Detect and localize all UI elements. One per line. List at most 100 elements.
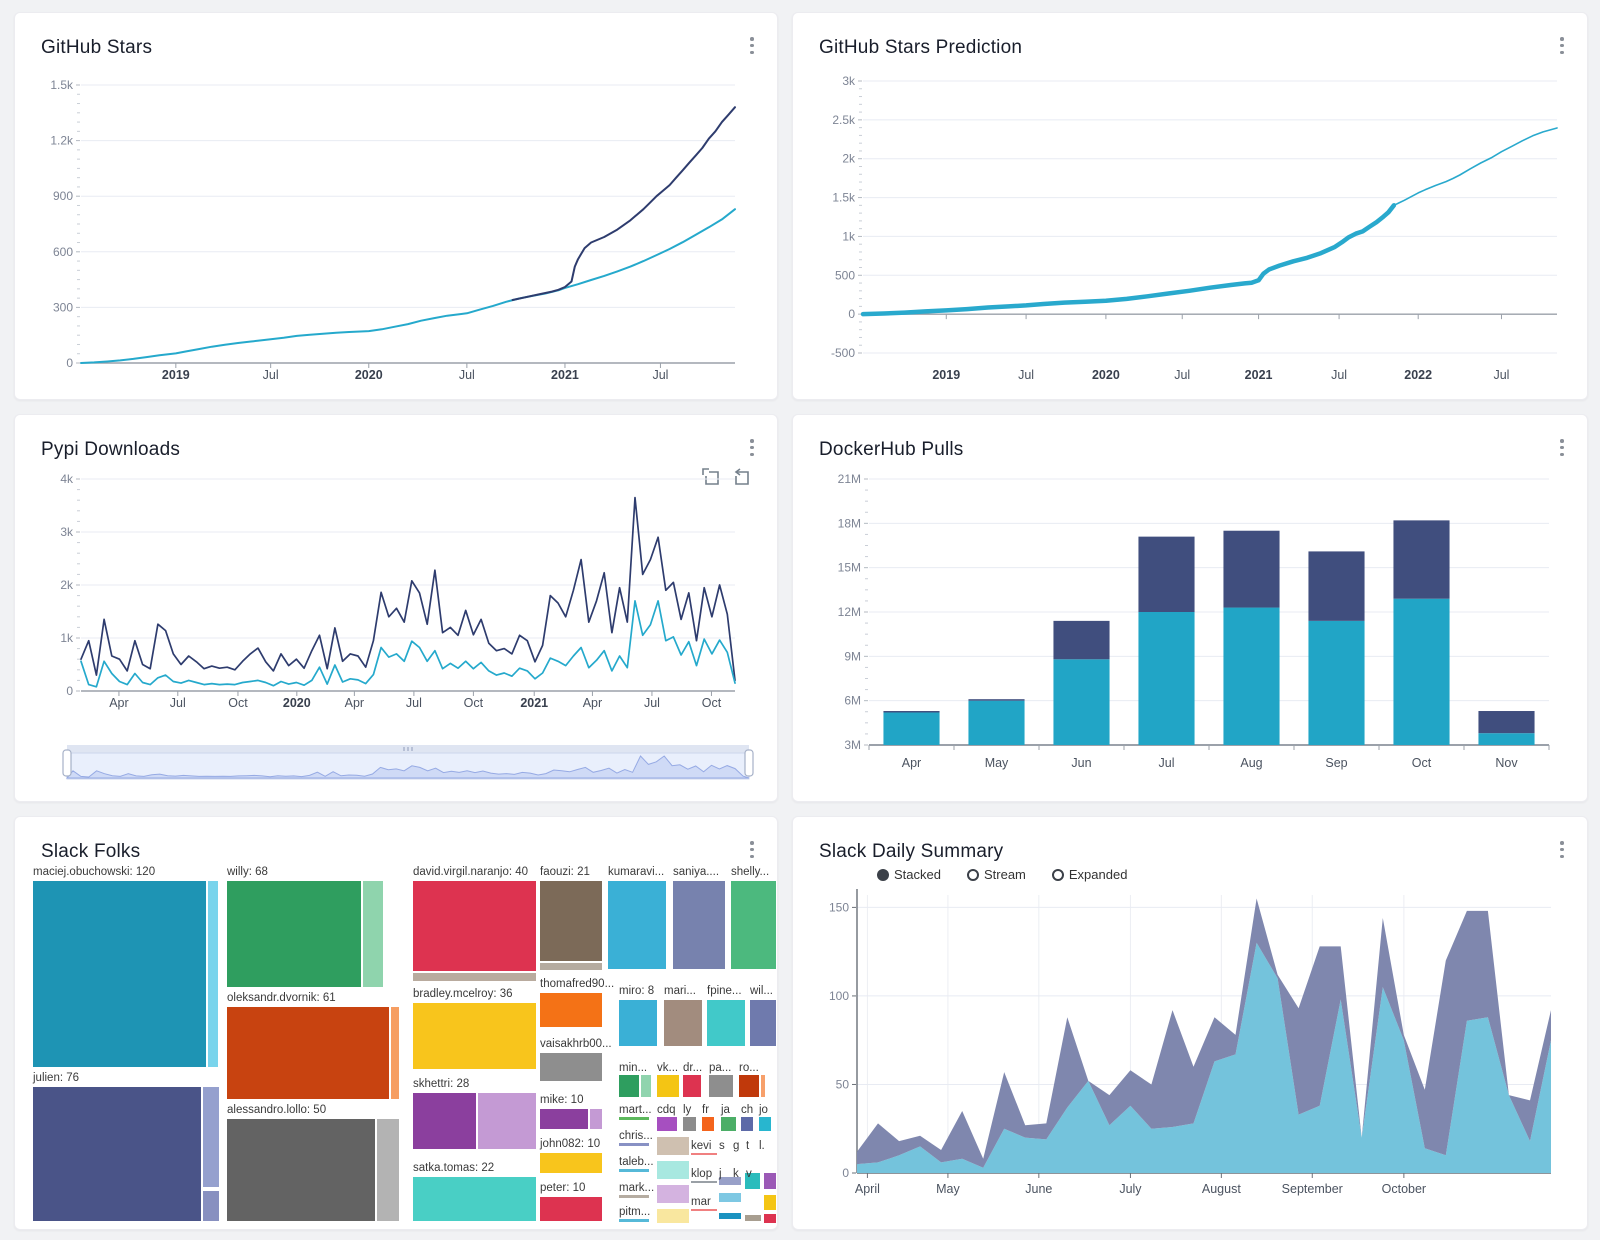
range-slider-right-handle[interactable]	[745, 750, 753, 776]
bar-segment-May[interactable]	[968, 701, 1024, 745]
treemap-block[interactable]	[203, 1087, 219, 1187]
bar-segment-Apr[interactable]	[883, 712, 939, 745]
treemap-block[interactable]	[683, 1075, 701, 1097]
bar-segment-top-Nov[interactable]	[1478, 711, 1534, 733]
treemap-block[interactable]	[363, 881, 383, 987]
kebab-menu-icon[interactable]	[745, 37, 759, 54]
treemap-block[interactable]	[33, 1087, 201, 1221]
treemap-block[interactable]	[741, 1117, 753, 1131]
legend-item-expanded[interactable]: Expanded	[1052, 867, 1128, 882]
treemap-block[interactable]	[208, 881, 218, 1067]
treemap-block[interactable]	[750, 1000, 776, 1046]
treemap-block[interactable]	[413, 1003, 536, 1069]
bar-segment-Sep[interactable]	[1308, 621, 1364, 745]
treemap-block[interactable]	[759, 1117, 771, 1131]
github-stars-prediction-chart[interactable]: -50005001k1.5k2k2.5k3k2019Jul2020Jul2021…	[801, 67, 1581, 397]
treemap-block[interactable]	[608, 881, 666, 969]
x-axis-label: 2020	[355, 368, 383, 382]
kebab-menu-icon[interactable]	[745, 841, 759, 858]
bar-segment-top-Oct[interactable]	[1393, 520, 1449, 598]
legend-item-stream[interactable]: Stream	[967, 867, 1026, 882]
treemap-block[interactable]	[540, 1197, 602, 1221]
treemap-block[interactable]	[619, 1117, 649, 1120]
treemap-block[interactable]	[33, 881, 206, 1067]
treemap-block[interactable]	[664, 1000, 702, 1046]
treemap-block[interactable]	[227, 1119, 375, 1221]
treemap-block[interactable]	[719, 1193, 741, 1202]
treemap-block[interactable]	[657, 1117, 677, 1131]
treemap-block[interactable]	[619, 1169, 649, 1172]
dockerhub-pulls-chart[interactable]: 3M6M9M12M15M18M21MAprMayJunJulAugSepOctN…	[801, 469, 1581, 799]
treemap-block[interactable]	[413, 1177, 536, 1221]
treemap-label: miro: 8	[619, 984, 654, 998]
slack-folks-treemap[interactable]: maciej.obuchowski: 120julien: 76willy: 6…	[31, 865, 776, 1224]
treemap-block[interactable]	[764, 1214, 776, 1223]
treemap-block[interactable]	[619, 1075, 639, 1097]
kebab-menu-icon[interactable]	[745, 439, 759, 456]
treemap-block[interactable]	[731, 881, 776, 969]
bar-segment-Oct[interactable]	[1393, 599, 1449, 745]
treemap-block[interactable]	[721, 1117, 736, 1131]
treemap-block[interactable]	[745, 1215, 761, 1221]
bar-segment-top-Apr[interactable]	[883, 711, 939, 712]
github-stars-chart[interactable]: 03006009001.2k1.5k2019Jul2020Jul2021Jul	[23, 67, 767, 397]
treemap-block[interactable]	[683, 1117, 696, 1131]
bar-segment-top-Jul[interactable]	[1138, 537, 1194, 612]
kebab-menu-icon[interactable]	[1555, 841, 1569, 858]
treemap-block[interactable]	[478, 1093, 536, 1149]
pypi-downloads-chart[interactable]: 01k2k3k4kAprJulOct2020AprJulOct2021AprJu…	[23, 469, 767, 799]
bar-segment-top-Aug[interactable]	[1223, 531, 1279, 608]
bar-segment-Jul[interactable]	[1138, 612, 1194, 745]
bar-segment-top-Jun[interactable]	[1053, 621, 1109, 659]
bar-segment-Nov[interactable]	[1478, 733, 1534, 745]
treemap-block[interactable]	[413, 881, 536, 971]
kebab-menu-icon[interactable]	[1555, 439, 1569, 456]
treemap-block[interactable]	[641, 1075, 651, 1097]
treemap-block[interactable]	[619, 1000, 657, 1046]
treemap-block[interactable]	[719, 1213, 741, 1219]
bar-segment-top-Sep[interactable]	[1308, 551, 1364, 620]
treemap-block[interactable]	[657, 1209, 689, 1223]
treemap-block[interactable]	[377, 1119, 399, 1221]
treemap-block[interactable]	[619, 1143, 649, 1146]
treemap-block[interactable]	[764, 1173, 776, 1189]
treemap-block[interactable]	[764, 1195, 776, 1210]
treemap-block[interactable]	[657, 1137, 689, 1155]
x-axis-label: 2019	[932, 368, 960, 382]
treemap-block[interactable]	[413, 973, 536, 981]
treemap-block[interactable]	[540, 1109, 588, 1129]
treemap-block[interactable]	[739, 1075, 759, 1097]
bar-segment-Aug[interactable]	[1223, 608, 1279, 745]
treemap-block[interactable]	[702, 1117, 714, 1131]
kebab-menu-icon[interactable]	[1555, 37, 1569, 54]
treemap-block[interactable]	[540, 993, 602, 1027]
treemap-block[interactable]	[761, 1075, 765, 1097]
treemap-block[interactable]	[540, 963, 602, 970]
treemap-block[interactable]	[391, 1007, 399, 1099]
treemap-block[interactable]	[709, 1075, 733, 1097]
treemap-block[interactable]	[413, 1093, 476, 1149]
treemap-block[interactable]	[540, 1153, 602, 1173]
treemap-block[interactable]	[619, 1195, 649, 1198]
treemap-block[interactable]	[619, 1219, 649, 1222]
treemap-block[interactable]	[590, 1109, 602, 1129]
treemap-block[interactable]	[691, 1209, 717, 1211]
treemap-block[interactable]	[227, 881, 361, 987]
slack-daily-summary-chart[interactable]: 050100150AprilMayJuneJulyAugustSeptember…	[801, 883, 1581, 1213]
legend-item-stacked[interactable]: Stacked	[877, 867, 941, 882]
bar-segment-top-May[interactable]	[968, 699, 1024, 700]
treemap-block[interactable]	[657, 1161, 689, 1179]
range-slider-left-handle[interactable]	[63, 750, 71, 776]
treemap-block[interactable]	[691, 1153, 717, 1155]
treemap-block[interactable]	[657, 1075, 679, 1097]
treemap-block[interactable]	[673, 881, 725, 969]
treemap-block[interactable]	[540, 1053, 602, 1081]
legend-label: Stream	[984, 867, 1026, 882]
treemap-block[interactable]	[540, 881, 602, 961]
treemap-block[interactable]	[657, 1185, 689, 1203]
bar-segment-Jun[interactable]	[1053, 659, 1109, 745]
treemap-block[interactable]	[203, 1191, 219, 1221]
treemap-block[interactable]	[707, 1000, 745, 1046]
treemap-block[interactable]	[691, 1181, 717, 1183]
treemap-block[interactable]	[227, 1007, 389, 1099]
